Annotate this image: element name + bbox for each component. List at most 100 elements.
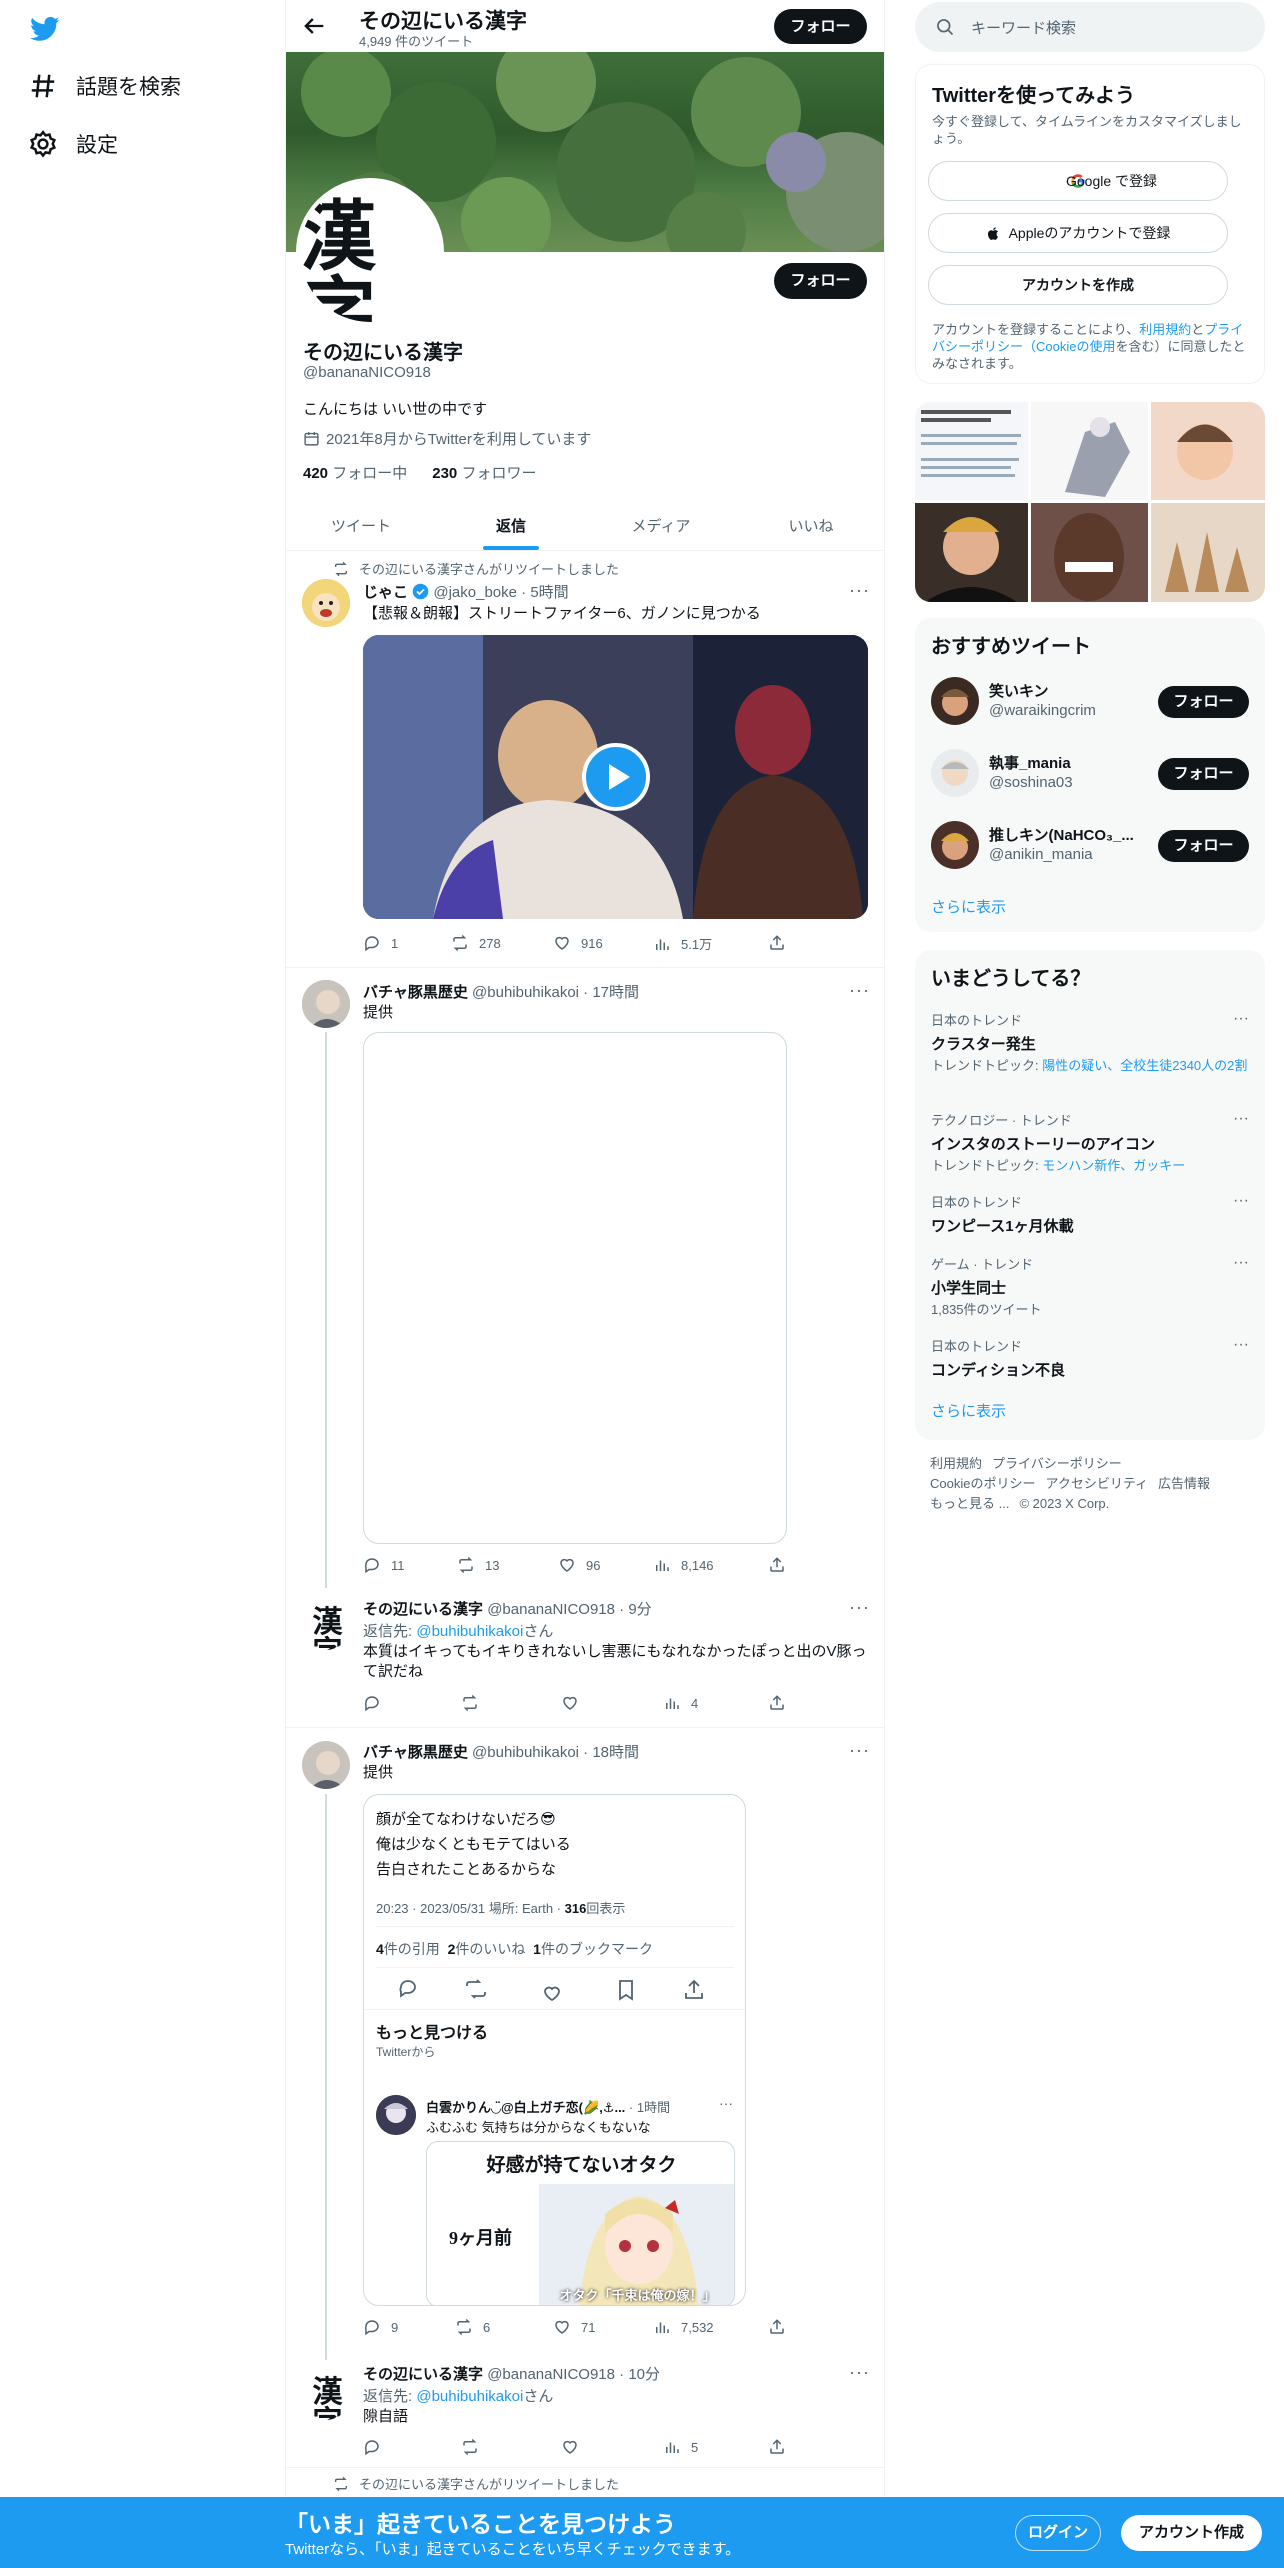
avatar[interactable]: [302, 980, 350, 1028]
like-button[interactable]: [561, 1694, 579, 1712]
avatar[interactable]: 漢字: [302, 2372, 350, 2420]
trends-show-more[interactable]: さらに表示: [931, 1400, 1006, 1421]
like-button[interactable]: 916: [553, 934, 603, 952]
tab-likes[interactable]: いいね: [736, 498, 884, 550]
views-button[interactable]: 5: [663, 2438, 698, 2456]
create-account-button[interactable]: アカウントを作成: [928, 265, 1228, 305]
more-icon[interactable]: ···: [849, 1597, 870, 1618]
reply-button[interactable]: [363, 2438, 381, 2456]
retweet-button[interactable]: 278: [451, 934, 501, 952]
reply-button[interactable]: 1: [363, 934, 398, 952]
trend-item[interactable]: ゲーム · トレンド 小学生同士 1,835件のツイート ···: [931, 1254, 1249, 1318]
tab-media[interactable]: メディア: [586, 498, 736, 550]
retweet-button[interactable]: [461, 1694, 479, 1712]
reply-button[interactable]: 11: [363, 1556, 405, 1574]
footer-link[interactable]: アクセシビリティ: [1045, 1476, 1148, 1491]
follow-button[interactable]: フォロー: [1158, 758, 1249, 790]
trend-topics[interactable]: 陽性の疑い、全校生徒2340人の2割: [1042, 1058, 1247, 1073]
play-icon[interactable]: [582, 743, 650, 811]
tweet-author-name[interactable]: バチャ豚黒歴史: [363, 984, 468, 1001]
back-arrow-icon[interactable]: [300, 12, 328, 40]
share-button[interactable]: [768, 2318, 786, 2336]
follow-button[interactable]: フォロー: [1158, 686, 1249, 718]
tweet-author-name[interactable]: その辺にいる漢字: [363, 2366, 483, 2383]
footer-link[interactable]: 利用規約: [930, 1456, 982, 1471]
reply-button[interactable]: 9: [363, 2318, 398, 2336]
tweet-author-name[interactable]: バチャ豚黒歴史: [363, 1744, 468, 1761]
recommended-show-more[interactable]: さらに表示: [931, 896, 1006, 917]
trend-item[interactable]: 日本のトレンド ワンピース1ヶ月休載 ···: [931, 1192, 1249, 1236]
embedded-card-empty[interactable]: [363, 1032, 787, 1544]
twitter-logo-icon[interactable]: [28, 14, 62, 44]
footer-more-link[interactable]: もっと見る ...: [930, 1496, 1009, 1511]
views-button[interactable]: 4: [663, 1694, 698, 1712]
trend-item[interactable]: 日本のトレンド コンディション不良 ···: [931, 1336, 1249, 1380]
avatar[interactable]: [931, 677, 979, 725]
tweet[interactable]: 漢字 その辺にいる漢字 @bananaNICO918 · 10分 ··· 返信先…: [286, 2360, 884, 2468]
more-icon[interactable]: ···: [849, 980, 870, 1001]
footer-link[interactable]: プライバシーポリシー: [992, 1456, 1122, 1471]
tab-replies[interactable]: 返信: [436, 498, 586, 550]
tweet-author-name[interactable]: じゃこ: [363, 584, 408, 601]
footer-link[interactable]: 広告情報: [1158, 1476, 1210, 1491]
login-button[interactable]: ログイン: [1015, 2515, 1101, 2551]
followers-link[interactable]: 230 フォロワー: [432, 465, 536, 482]
tweet[interactable]: 漢字 その辺にいる漢字 @bananaNICO918 · 9分 ··· 返信先:…: [286, 1588, 884, 1728]
trend-topics[interactable]: モンハン新作、ガッキー: [1042, 1158, 1185, 1173]
like-button[interactable]: 96: [558, 1556, 600, 1574]
tweet[interactable]: バチャ豚黒歴史 @buhibuhikakoi · 17時間 ··· 提供 11 …: [286, 968, 884, 1588]
avatar[interactable]: [931, 821, 979, 869]
footer-link[interactable]: Cookieのポリシー: [930, 1476, 1035, 1491]
like-button[interactable]: [561, 2438, 579, 2456]
follow-button[interactable]: フォロー: [1158, 830, 1249, 862]
media-grid[interactable]: [915, 402, 1265, 602]
more-icon[interactable]: ···: [849, 580, 870, 601]
tab-tweets[interactable]: ツイート: [286, 498, 436, 550]
recommended-user[interactable]: 笑いキン @waraikingcrim フォロー: [931, 672, 1249, 732]
tweet-time[interactable]: 9分: [628, 1601, 651, 1618]
avatar[interactable]: [931, 749, 979, 797]
retweet-button[interactable]: 13: [457, 1556, 499, 1574]
reply-to-handle[interactable]: @buhibuhikakoi: [416, 2388, 523, 2405]
more-icon[interactable]: ···: [1233, 1254, 1249, 1272]
following-link[interactable]: 420 フォロー中: [303, 465, 407, 482]
recommended-user[interactable]: 推しキン(NaHCO₃_... @anikin_mania フォロー: [931, 816, 1249, 876]
avatar[interactable]: 漢字: [302, 1602, 350, 1650]
profile-follow-button[interactable]: フォロー: [774, 263, 867, 299]
tweet-time[interactable]: 17時間: [592, 984, 639, 1001]
trend-item[interactable]: テクノロジー · トレンド インスタのストーリーのアイコン トレンドトピック: …: [931, 1110, 1249, 1174]
avatar[interactable]: [302, 1741, 350, 1789]
avatar[interactable]: [302, 579, 350, 627]
share-button[interactable]: [768, 1694, 786, 1712]
tweet-time[interactable]: 18時間: [592, 1744, 639, 1761]
views-button[interactable]: 5.1万: [653, 934, 712, 953]
tweet-time[interactable]: 10分: [628, 2366, 660, 2383]
share-button[interactable]: [768, 1556, 786, 1574]
reply-to-handle[interactable]: @buhibuhikakoi: [416, 1623, 523, 1640]
tweet[interactable]: バチャ豚黒歴史 @buhibuhikakoi · 18時間 ··· 提供 顔が全…: [286, 1728, 884, 2360]
tweet-time[interactable]: 5時間: [530, 584, 568, 601]
header-follow-button[interactable]: フォロー: [774, 9, 867, 44]
more-icon[interactable]: ···: [849, 1740, 870, 1761]
share-button[interactable]: [768, 2438, 786, 2456]
tweet-author-name[interactable]: その辺にいる漢字: [363, 1601, 483, 1618]
retweet-button[interactable]: [461, 2438, 479, 2456]
share-button[interactable]: [768, 934, 786, 952]
nav-explore[interactable]: 話題を検索: [28, 71, 181, 101]
views-button[interactable]: 8,146: [653, 1556, 714, 1574]
search-box[interactable]: キーワード検索: [915, 2, 1265, 52]
tos-link[interactable]: 利用規約: [1139, 322, 1191, 337]
reply-button[interactable]: [363, 1694, 381, 1712]
tweet[interactable]: その辺にいる漢字さんがリツイートしました じゃこ @jako_boke · 5時…: [286, 552, 884, 968]
search-input[interactable]: キーワード検索: [971, 17, 1076, 38]
more-icon[interactable]: ···: [849, 2362, 870, 2383]
nav-settings[interactable]: 設定: [28, 129, 118, 159]
embedded-tweet-screenshot[interactable]: 顔が全てなわけないだろ😎 俺は少なくともモテてはいる 告白されたことあるからな …: [363, 1794, 746, 2306]
more-icon[interactable]: ···: [1233, 1336, 1249, 1354]
like-button[interactable]: 71: [553, 2318, 595, 2336]
views-button[interactable]: 7,532: [653, 2318, 714, 2336]
more-icon[interactable]: ···: [1233, 1192, 1249, 1210]
trend-item[interactable]: 日本のトレンド クラスター発生 トレンドトピック: 陽性の疑い、全校生徒2340…: [931, 1010, 1249, 1074]
tweet-video[interactable]: [363, 635, 868, 919]
retweet-button[interactable]: 6: [455, 2318, 490, 2336]
